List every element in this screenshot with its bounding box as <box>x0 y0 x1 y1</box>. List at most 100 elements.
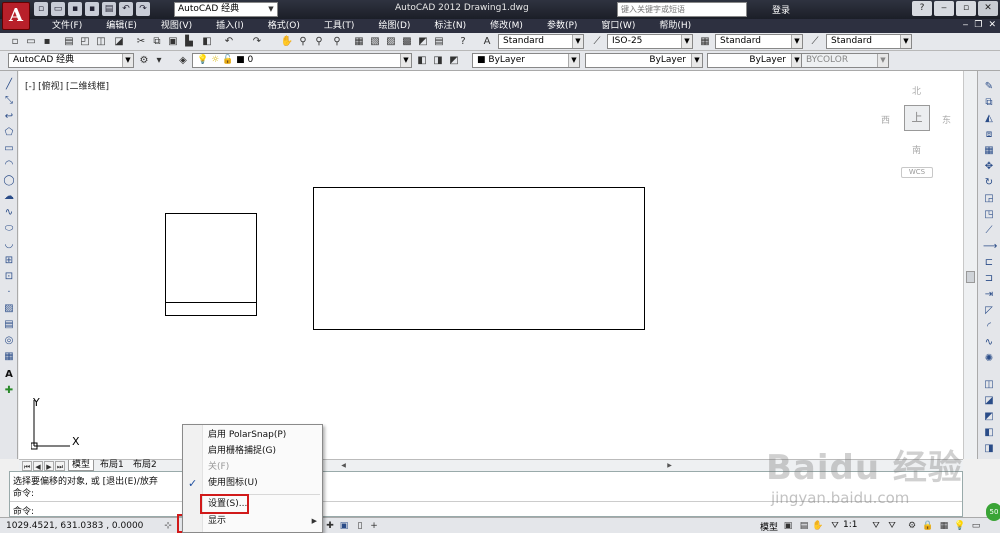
open-icon[interactable]: ▭ <box>24 35 38 49</box>
infer-constraints-icon[interactable]: ⊹ <box>162 520 174 532</box>
dim-style-icon[interactable]: ⟋ <box>590 35 604 49</box>
rectangle-icon[interactable]: ▭ <box>3 143 15 155</box>
new-icon[interactable]: ▫ <box>8 35 22 49</box>
isolate-objects-icon[interactable]: 💡 <box>954 520 966 532</box>
app-menu-button[interactable]: A <box>2 2 30 30</box>
menu-insert[interactable]: 插入(I) <box>204 20 256 32</box>
auto-scale-icon[interactable]: ⛛ <box>886 520 898 532</box>
linetype-combo[interactable]: ByLayer ▼ <box>585 53 703 68</box>
dynamic-input-icon[interactable]: ▣ <box>338 520 350 532</box>
menu-file[interactable]: 文件(F) <box>40 20 94 32</box>
text-style-icon[interactable]: A <box>480 35 494 49</box>
save-icon[interactable]: ▪ <box>40 35 54 49</box>
add-selected-icon[interactable]: ✚ <box>3 385 15 397</box>
blend-curves-icon[interactable]: ∿ <box>983 337 995 349</box>
scroll-left-icon[interactable]: ◀ <box>339 461 348 470</box>
zoom-previous-icon[interactable]: ⚲ <box>330 35 344 49</box>
menu-item-use-icons[interactable]: ✓ 使用图标(U) <box>183 476 322 491</box>
region-icon[interactable]: ◎ <box>3 335 15 347</box>
workspace-settings-icon[interactable]: ▾ <box>152 54 166 68</box>
menu-format[interactable]: 格式(O) <box>256 20 312 32</box>
dim-style-combo[interactable]: ISO-25 ▼ <box>607 34 693 49</box>
gear-icon[interactable]: ⚙ <box>137 54 151 68</box>
mleader-style-combo[interactable]: Standard ▼ <box>826 34 912 49</box>
viewcube[interactable]: 北 西 东 南 上 WCS <box>881 84 951 182</box>
rotate-icon[interactable]: ↻ <box>983 177 995 189</box>
compass-south[interactable]: 南 <box>912 143 921 156</box>
save-as-icon[interactable]: ▪ <box>85 2 99 16</box>
wcs-menu[interactable]: WCS <box>901 167 933 178</box>
command-input[interactable]: 命令: <box>13 504 34 517</box>
large-rectangle[interactable] <box>313 187 645 330</box>
menu-help[interactable]: 帮助(H) <box>647 20 703 32</box>
dynamic-ucs-icon[interactable]: ✚ <box>324 520 336 532</box>
arc-icon[interactable]: ◠ <box>3 159 15 171</box>
redo-icon[interactable]: ↷ <box>250 35 264 49</box>
clean-screen-icon[interactable]: ▭ <box>970 520 982 532</box>
vertical-scroll-thumb[interactable] <box>966 271 975 283</box>
color-combo[interactable]: ■ ByLayer ▼ <box>472 53 580 68</box>
explode-icon[interactable]: ✺ <box>983 353 995 365</box>
revision-cloud-icon[interactable]: ☁ <box>3 191 15 203</box>
quick-view-drawings-icon[interactable]: ▤ <box>798 520 810 532</box>
menu-edit[interactable]: 编辑(E) <box>94 20 149 32</box>
copy-icon[interactable]: ⧉ <box>150 35 164 49</box>
layer-state-icon[interactable]: ◩ <box>447 54 461 68</box>
draw-order-icon[interactable]: ◫ <box>983 379 995 391</box>
match-properties-icon[interactable]: ▙ <box>182 35 196 49</box>
model-space-button[interactable]: 模型 <box>760 520 778 533</box>
lineweight-display-icon[interactable]: ▯ <box>354 520 366 532</box>
print-icon[interactable]: ▤ <box>102 2 116 16</box>
annotation-scale[interactable]: 1:1 <box>843 520 857 530</box>
gradient-icon[interactable]: ▤ <box>3 319 15 331</box>
save-icon[interactable]: ▪ <box>68 2 82 16</box>
polyline-icon[interactable]: ↩ <box>3 111 15 123</box>
layer-combo[interactable]: 💡 ☼ 🔓 ■ 0 ▼ <box>192 53 412 68</box>
doc-restore-button[interactable]: ❐ <box>974 20 982 30</box>
menu-item-enable-grid-snap[interactable]: 启用栅格捕捉(G) <box>183 444 322 459</box>
cursor-coordinates[interactable]: 1029.4521, 631.0383 , 0.0000 <box>6 521 143 531</box>
ellipse-icon[interactable]: ⬭ <box>3 223 15 235</box>
scroll-right-icon[interactable]: ▶ <box>665 461 674 470</box>
fillet-icon[interactable]: ◜ <box>983 321 995 333</box>
offset-icon[interactable]: ⧈ <box>983 129 995 141</box>
small-rectangle[interactable] <box>165 213 257 316</box>
first-tab-button[interactable]: ⏮ <box>22 461 32 471</box>
horizontal-scrollbar[interactable]: ◀ ▶ <box>339 461 674 470</box>
zoom-realtime-icon[interactable]: ⚲ <box>296 35 310 49</box>
vertical-scrollbar[interactable] <box>963 71 977 459</box>
tool-palettes-icon[interactable]: ▨ <box>384 35 398 49</box>
break-at-point-icon[interactable]: ⊏ <box>983 257 995 269</box>
prev-tab-button[interactable]: ◀ <box>33 461 43 471</box>
menu-tools[interactable]: 工具(T) <box>312 20 367 32</box>
table-icon[interactable]: ▦ <box>3 351 15 363</box>
mleader-style-icon[interactable]: ⟋ <box>808 35 822 49</box>
search-input[interactable]: 键入关键字或短语 <box>617 2 747 17</box>
scale-icon[interactable]: ◲ <box>983 193 995 205</box>
array-icon[interactable]: ▦ <box>983 145 995 157</box>
workspace-combo[interactable]: AutoCAD 经典 ▼ <box>174 2 278 17</box>
spline-icon[interactable]: ∿ <box>3 207 15 219</box>
next-tab-button[interactable]: ▶ <box>44 461 54 471</box>
compass-east[interactable]: 东 <box>942 113 951 126</box>
print-icon[interactable]: ▤ <box>62 35 76 49</box>
insert-block-icon[interactable]: ⊞ <box>3 255 15 267</box>
quick-view-layouts-icon[interactable]: ▣ <box>782 520 794 532</box>
join-icon[interactable]: ⇥ <box>983 289 995 301</box>
redo-icon[interactable]: ↷ <box>136 2 150 16</box>
markup-icon[interactable]: ◩ <box>416 35 430 49</box>
send-to-back-icon[interactable]: ◩ <box>983 411 995 423</box>
lineweight-combo[interactable]: ByLayer ▼ <box>707 53 803 68</box>
doc-close-button[interactable]: ✕ <box>988 20 996 30</box>
doc-minimize-button[interactable]: ‒ <box>963 20 969 30</box>
trim-icon[interactable]: ⟋ <box>983 225 995 237</box>
circle-icon[interactable]: ◯ <box>3 175 15 187</box>
send-under-icon[interactable]: ◨ <box>983 443 995 455</box>
compass-west[interactable]: 西 <box>881 113 890 126</box>
workspace-switching-icon[interactable]: ⚙ <box>906 520 918 532</box>
multiline-text-icon[interactable]: A <box>3 369 15 381</box>
menu-dimension[interactable]: 标注(N) <box>422 20 478 32</box>
last-tab-button[interactable]: ⏭ <box>55 461 65 471</box>
preview-icon[interactable]: ◰ <box>78 35 92 49</box>
make-current-layer-icon[interactable]: ◧ <box>415 54 429 68</box>
